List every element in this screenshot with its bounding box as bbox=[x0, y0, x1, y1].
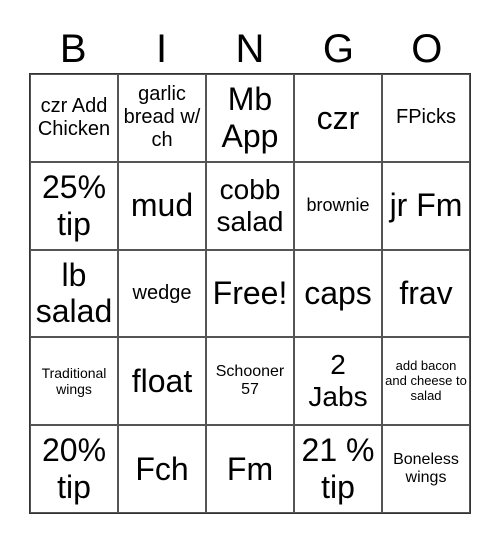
bingo-cell[interactable]: garlic bread w/ ch bbox=[118, 74, 206, 162]
bingo-header: B I N G O bbox=[29, 24, 471, 74]
bingo-cell[interactable]: 21 % tip bbox=[294, 425, 382, 513]
bingo-cell[interactable]: jr Fm bbox=[382, 161, 470, 250]
free-space-cell[interactable]: Free! bbox=[206, 249, 294, 338]
bingo-cell[interactable]: float bbox=[118, 337, 206, 426]
header-letter-i: I bbox=[156, 27, 168, 71]
bingo-cell[interactable]: frav bbox=[382, 249, 470, 338]
bingo-cell[interactable]: czr Add Chicken bbox=[30, 74, 118, 162]
bingo-cell[interactable]: Fm bbox=[206, 425, 294, 513]
bingo-cell[interactable]: 2 Jabs bbox=[294, 337, 382, 426]
bingo-cell[interactable]: Fch bbox=[118, 425, 206, 513]
header-letter-b: B bbox=[59, 27, 87, 71]
bingo-cell[interactable]: Schooner 57 bbox=[206, 337, 294, 426]
bingo-cell[interactable]: add bacon and cheese to salad bbox=[382, 337, 470, 426]
bingo-cell[interactable]: czr bbox=[294, 74, 382, 162]
bingo-grid: czr Add Chicken garlic bread w/ ch Mb App c… bbox=[29, 73, 471, 514]
bingo-cell[interactable]: FPicks bbox=[382, 74, 470, 162]
bingo-cell[interactable]: brownie bbox=[294, 161, 382, 250]
bingo-cell[interactable]: 20% tip bbox=[30, 425, 118, 513]
bingo-cell[interactable]: Mb App bbox=[206, 74, 294, 162]
bingo-cell[interactable]: mud bbox=[118, 161, 206, 250]
header-letter-n: N bbox=[235, 27, 265, 71]
bingo-cell[interactable]: wedge bbox=[118, 249, 206, 338]
bingo-cell[interactable]: cobb salad bbox=[206, 161, 294, 250]
bingo-cell[interactable]: lb salad bbox=[30, 249, 118, 338]
bingo-cell[interactable]: Boneless wings bbox=[382, 425, 470, 513]
header-letter-o: O bbox=[411, 27, 443, 71]
bingo-cell[interactable]: Traditional wings bbox=[30, 337, 118, 426]
bingo-cell[interactable]: caps bbox=[294, 249, 382, 338]
header-letter-g: G bbox=[322, 27, 354, 71]
bingo-cell[interactable]: 25% tip bbox=[30, 161, 118, 250]
